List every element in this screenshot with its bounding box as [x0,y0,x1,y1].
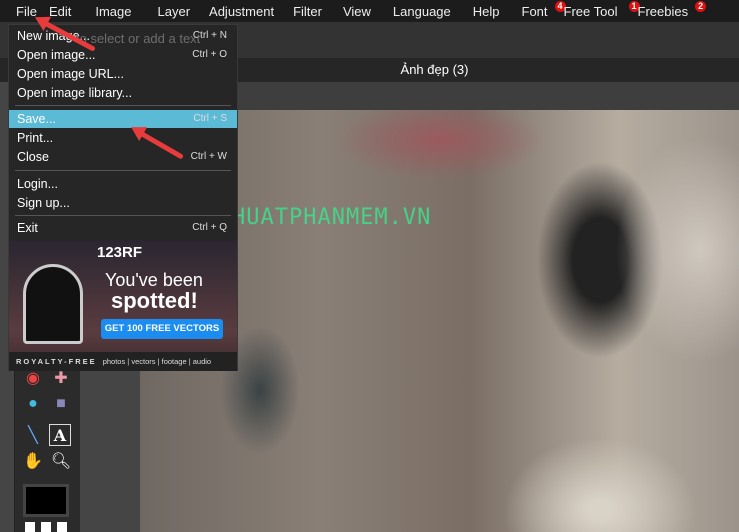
label: Save... [17,112,56,126]
zoom-tool-icon[interactable]: 🔍︎ [50,451,72,473]
foreground-color-swatch[interactable] [23,484,69,517]
ad-headline-2: spotted! [111,288,198,313]
menu-image[interactable]: Image [95,4,157,19]
label: Login... [17,177,59,191]
menu-font[interactable]: Font 4 [521,0,566,19]
menu-freebies-label: Freebies [637,3,689,19]
shortcut: Ctrl + S [193,113,227,124]
keyhole-eye-illustration [23,264,83,344]
menu-item-signup[interactable]: Sign up... [9,194,237,212]
menu-layer[interactable]: Layer [158,4,210,19]
label: Print... [17,131,54,145]
label: Open image URL... [17,67,124,81]
shortcut: Ctrl + W [190,151,227,162]
ad-footer-left: ROYALTY-FREE [16,357,97,366]
bloat-tool-icon[interactable]: ● [22,393,44,415]
shortcut: Ctrl + O [192,49,227,60]
ad-footer-right: photos | vectors | footage | audio [102,357,212,366]
menu-item-open-image[interactable]: Open image... Ctrl + O [9,46,237,64]
divider [15,105,231,106]
text-tool-icon[interactable]: A [49,424,71,446]
hand-tool-icon[interactable]: ✋ [22,451,44,473]
menu-free-tool-label: Free Tool [563,3,618,19]
menu-item-login[interactable]: Login... [9,175,237,193]
ad-brand-logo: 123RF [97,244,143,261]
menu-item-open-library[interactable]: Open image library... [9,84,237,102]
menu-help[interactable]: Help [473,4,522,19]
eyedropper-tool-icon[interactable]: ╲ [22,425,44,447]
label: Sign up... [17,196,70,210]
file-menu-dropdown: New image... Ctrl + N Open image... Ctrl +… [8,24,238,371]
label: Exit [17,221,38,235]
menu-language[interactable]: Language [393,4,473,19]
menu-item-exit[interactable]: Exit Ctrl + Q [9,219,237,237]
menu-item-close[interactable]: Close Ctrl + W [9,148,237,166]
menu-edit[interactable]: Edit [49,4,95,19]
menu-freebies[interactable]: Freebies 2 [637,0,707,19]
pinch-tool-icon[interactable]: ■ [50,393,72,415]
shortcut: Ctrl + Q [192,222,227,233]
menu-font-label: Font [521,3,548,19]
advertisement-banner[interactable]: 123RF You've been spotted! GET 100 FREE … [9,240,237,371]
menu-filter[interactable]: Filter [293,4,343,19]
label: Open image... [17,48,96,62]
divider [15,170,231,171]
ad-footer: ROYALTY-FREE photos | vectors | footage |… [9,352,237,371]
menu-bar: File Edit Image Layer Adjustment Filter … [0,0,739,22]
menu-item-open-url[interactable]: Open image URL... [9,65,237,83]
label: Close [17,150,49,164]
menu-free-tool[interactable]: Free Tool 1 [563,0,640,19]
label: Open image library... [17,86,133,100]
menu-view[interactable]: View [343,4,393,19]
document-title: Ảnh đẹp (3) [400,62,469,77]
menu-item-save[interactable]: Save... Ctrl + S [9,110,237,128]
red-eye-tool-icon[interactable]: ◉ [22,368,44,390]
tool-hint: to select or add a text [76,31,201,46]
notification-badge: 2 [695,0,707,12]
bandage-tool-icon[interactable]: ✚ [50,368,72,390]
color-presets[interactable] [25,522,69,532]
menu-adjustment[interactable]: Adjustment [209,4,293,19]
menu-item-print[interactable]: Print... [9,129,237,147]
divider [15,215,231,216]
ad-cta-button[interactable]: GET 100 FREE VECTORS [101,319,223,339]
